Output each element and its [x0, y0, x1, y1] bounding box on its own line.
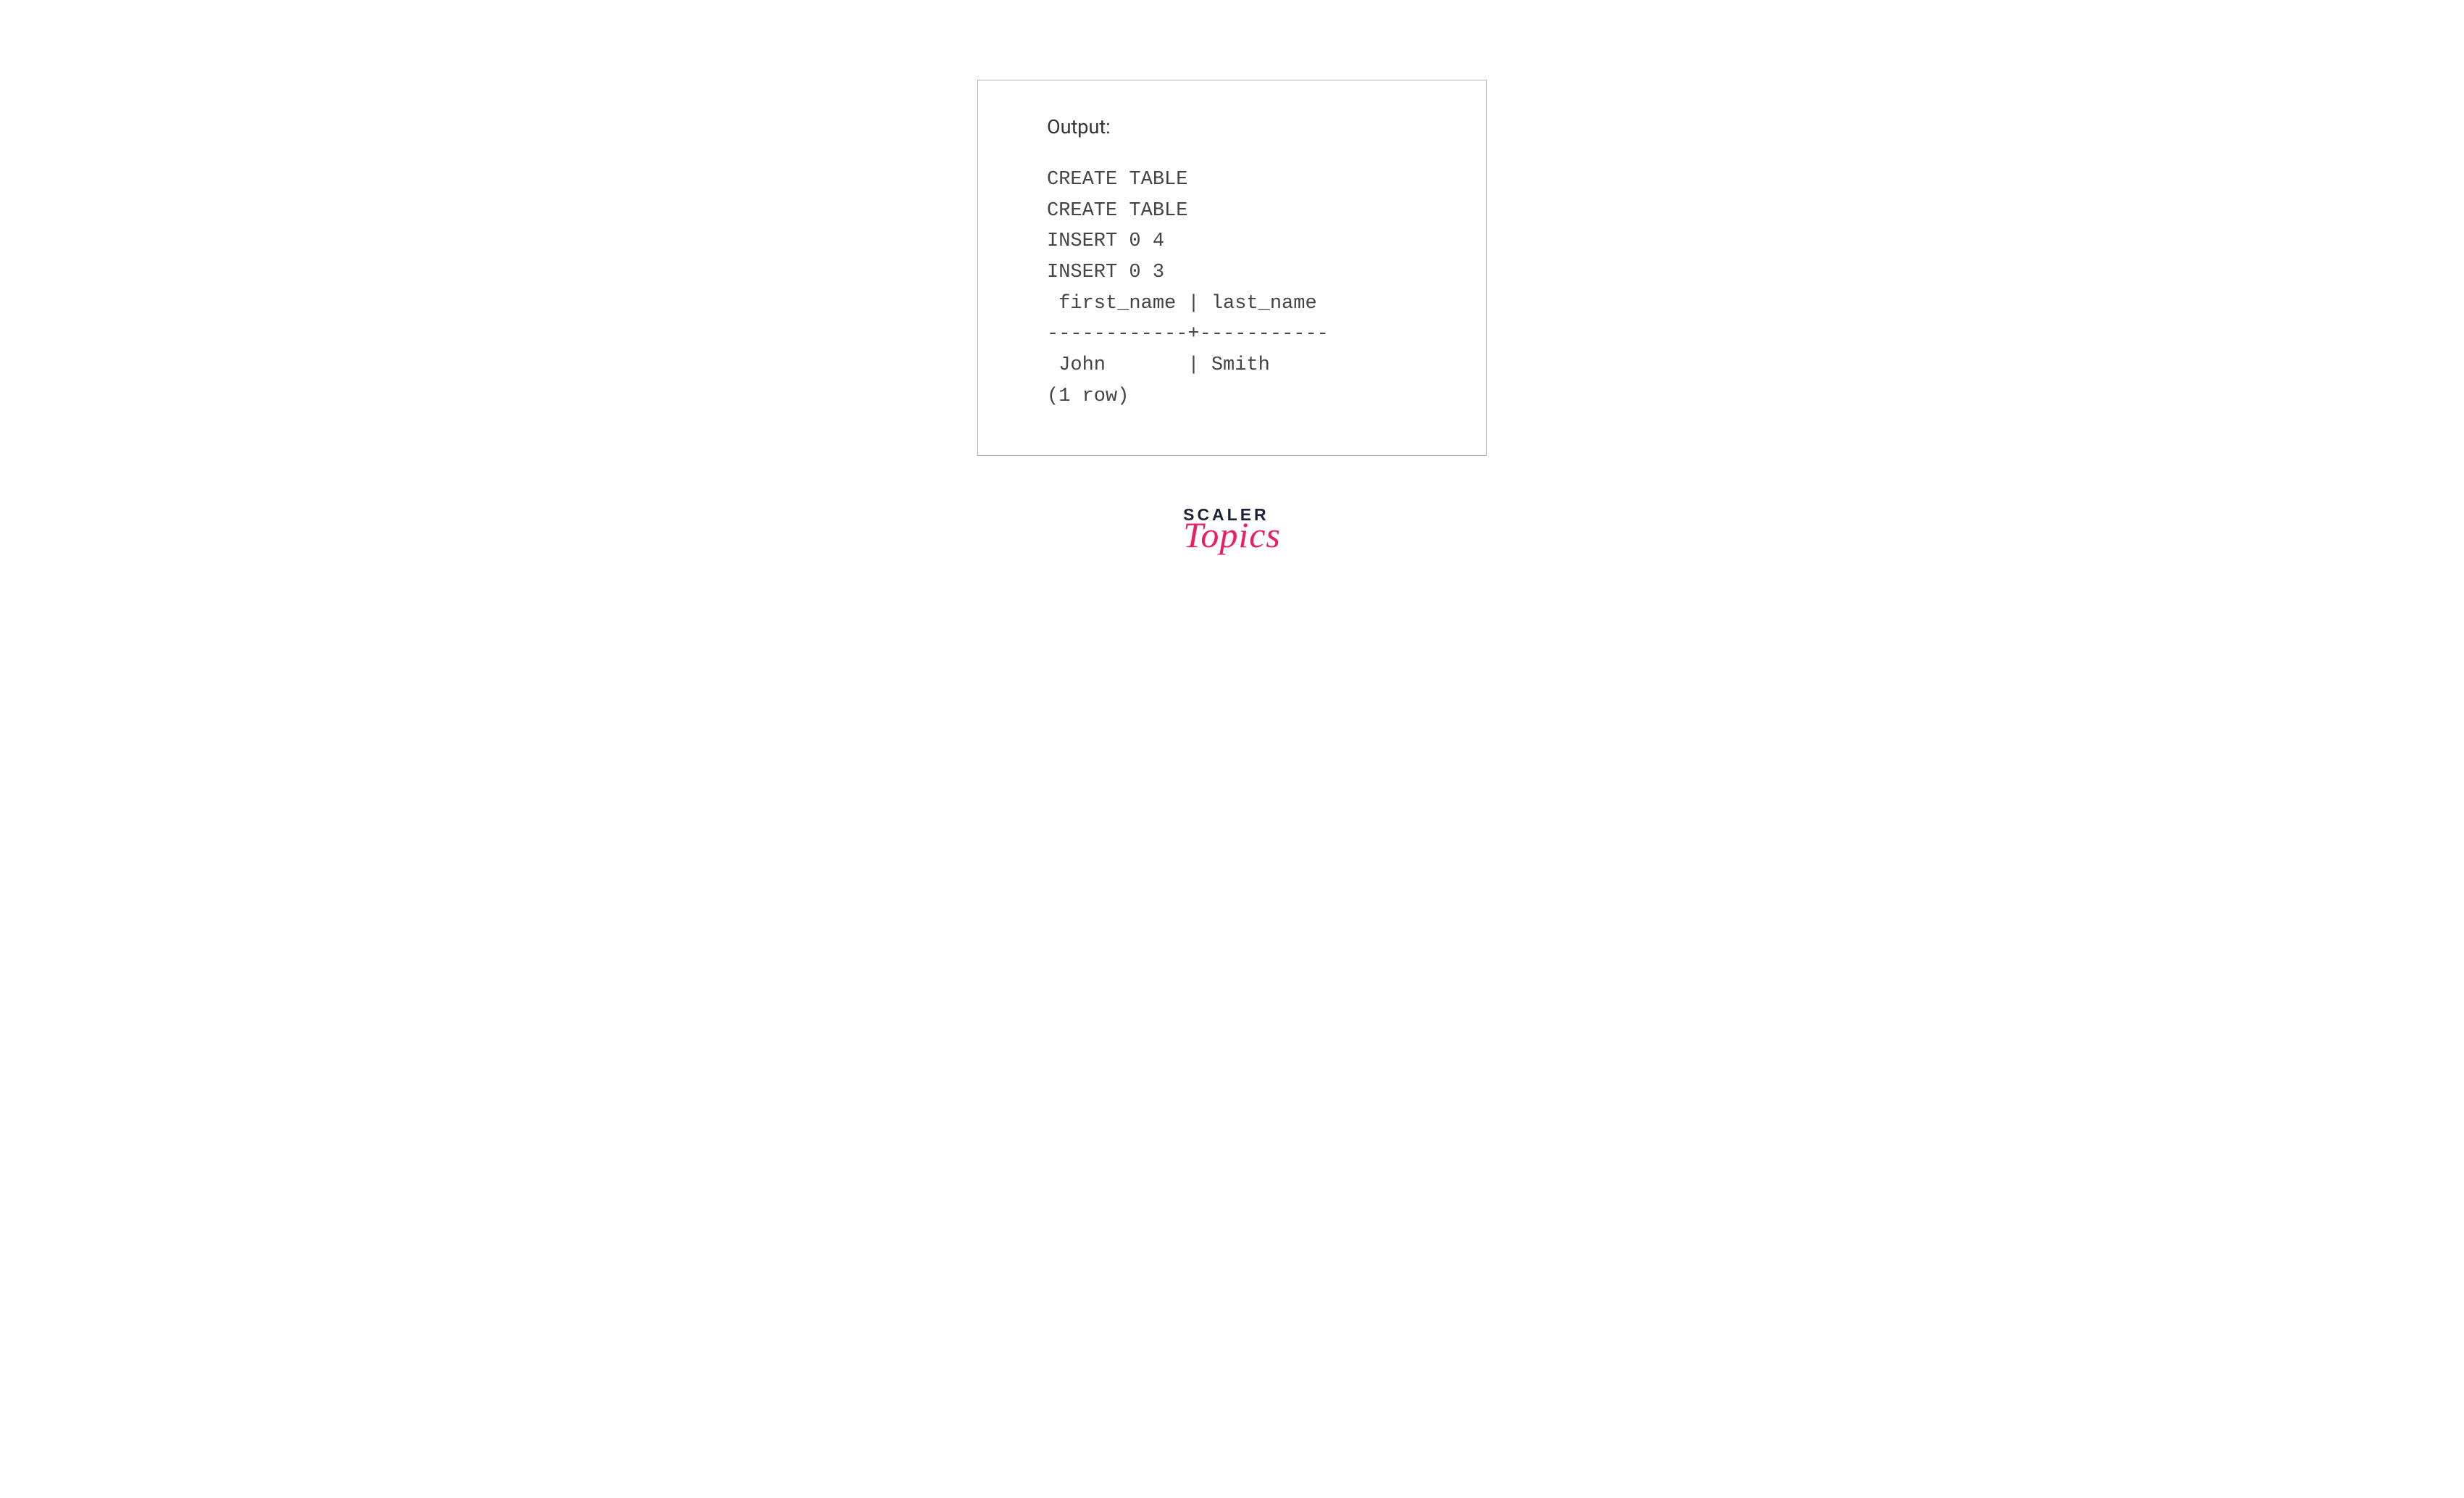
code-line-4: INSERT 0 3 [1047, 262, 1164, 283]
code-line-5: first_name | last_name [1047, 293, 1317, 315]
code-line-2: CREATE TABLE [1047, 200, 1187, 222]
code-output: CREATE TABLE CREATE TABLE INSERT 0 4 INS… [1047, 165, 1417, 412]
logo: SCALER Topics [1183, 505, 1281, 556]
code-line-3: INSERT 0 4 [1047, 230, 1164, 252]
output-label: Output: [1047, 115, 1417, 138]
code-line-6: ------------+----------- [1047, 323, 1329, 345]
logo-text-topics: Topics [1183, 514, 1281, 556]
output-box: Output: CREATE TABLE CREATE TABLE INSERT… [977, 80, 1487, 456]
code-line-8: (1 row) [1047, 386, 1129, 407]
code-line-1: CREATE TABLE [1047, 169, 1187, 191]
code-line-7: John | Smith [1047, 354, 1270, 376]
